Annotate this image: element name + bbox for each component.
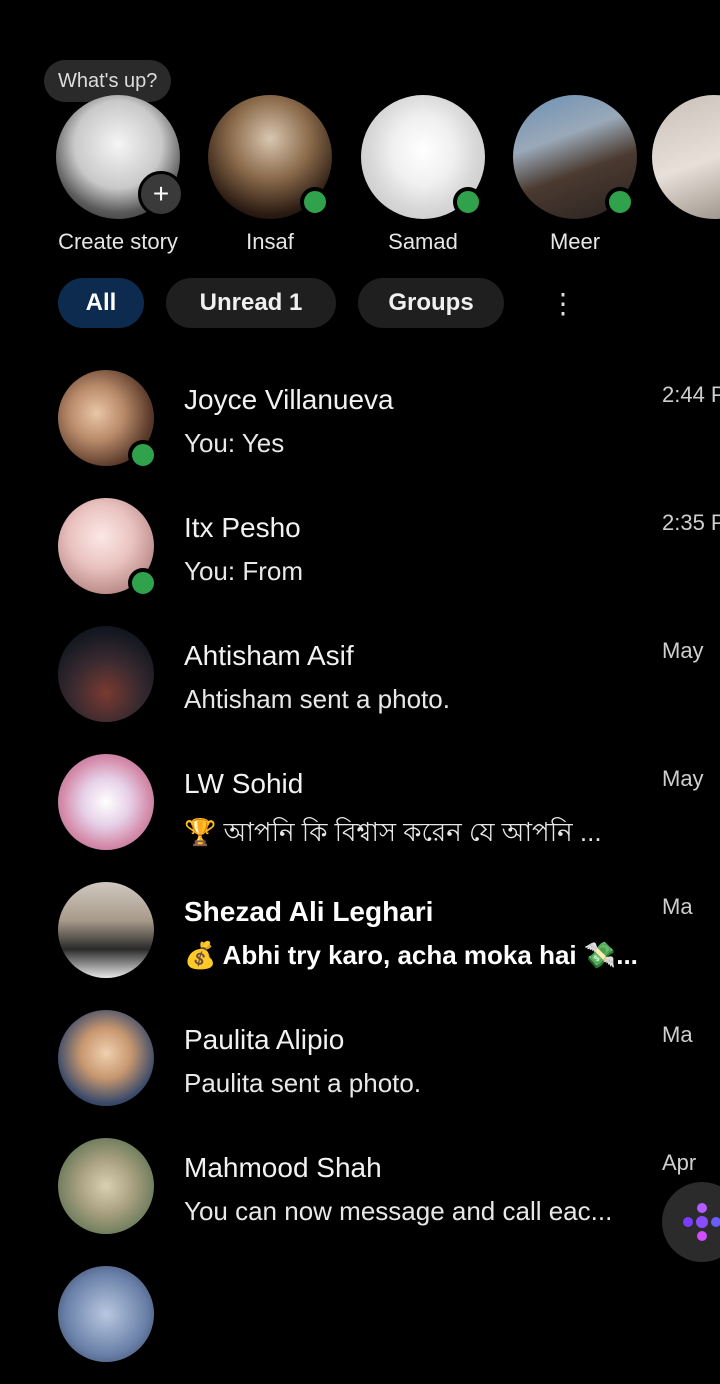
chat-name: Itx Pesho (184, 512, 301, 543)
chat-name: Joyce Villanueva (184, 384, 394, 415)
online-indicator (605, 187, 635, 217)
story-name: Meer (549, 229, 601, 254)
chat-snippet: Ahtisham sent a photo. (184, 684, 450, 714)
chat-row[interactable]: Mahmood Shah You can now message and cal… (0, 1128, 720, 1256)
story-meer[interactable]: Meer (500, 95, 650, 255)
note-text: What's up? (58, 69, 158, 92)
filter-all[interactable]: All (58, 278, 144, 328)
chat-row[interactable]: Joyce Villanueva You: Yes 2:44 P (0, 360, 720, 488)
chat-row[interactable]: Itx Pesho You: From 2:35 P (0, 488, 720, 616)
story-name: Create story (58, 229, 178, 254)
story-create[interactable]: + Create story (43, 95, 193, 255)
chat-row[interactable]: Shezad Ali Leghari 💰 Abhi try karo, acha… (0, 872, 720, 1000)
filter-label: Unread 1 (199, 289, 303, 316)
filter-groups[interactable]: Groups (358, 278, 504, 328)
chat-name: LW Sohid (184, 768, 304, 799)
chat-name: Ahtisham Asif (184, 640, 354, 671)
avatar (58, 1010, 154, 1106)
online-indicator (300, 187, 330, 217)
chat-row[interactable]: LW Sohid 🏆 আপনি কি বিশ্বাস করেন যে আপনি … (0, 744, 720, 872)
chat-time: May (662, 638, 704, 663)
chat-snippet: 💰 Abhi try karo, acha moka hai 💸... (184, 940, 638, 970)
avatar (361, 95, 485, 219)
chat-name: Shezad Ali Leghari (184, 896, 434, 927)
online-indicator (453, 187, 483, 217)
ai-sparkle-icon (683, 1203, 720, 1241)
online-indicator (128, 568, 158, 598)
chat-time: 2:35 P (662, 510, 720, 535)
chat-snippet: 🏆 আপনি কি বিশ্বাস করেন যে আপনি ... (184, 817, 602, 847)
avatar (58, 754, 154, 850)
avatar (58, 1138, 154, 1234)
story-name: Insaf (246, 229, 294, 254)
avatar (208, 95, 332, 219)
chat-snippet: You: Yes (184, 428, 285, 458)
story-samad[interactable]: Samad (348, 95, 498, 255)
more-filters-icon[interactable]: ⋮ (548, 278, 578, 328)
avatar (513, 95, 637, 219)
chat-snippet: You can now message and call eac... (184, 1196, 613, 1226)
filter-label: All (85, 289, 117, 316)
avatar (58, 626, 154, 722)
stories-row: + Create story Insaf Samad Meer (0, 95, 720, 265)
story-partial[interactable] (652, 95, 720, 229)
more-glyph: ⋮ (549, 287, 577, 319)
filter-chips: All Unread 1 Groups ⋮ (0, 278, 720, 330)
chat-snippet: Paulita sent a photo. (184, 1068, 422, 1098)
avatar (58, 1266, 154, 1362)
chat-time: 2:44 P (662, 382, 720, 407)
filter-label: Groups (388, 289, 474, 316)
chat-name: Mahmood Shah (184, 1152, 382, 1183)
add-story-symbol: + (152, 178, 170, 209)
chat-snippet: You: From (184, 556, 303, 586)
chat-row[interactable]: Paulita Alipio Paulita sent a photo. Ma (0, 1000, 720, 1128)
chat-time: Apr (662, 1150, 697, 1175)
chat-name: Paulita Alipio (184, 1024, 345, 1055)
avatar (652, 95, 720, 219)
chat-time: Ma (662, 1022, 693, 1047)
story-insaf[interactable]: Insaf (195, 95, 345, 255)
avatar: + (56, 95, 184, 219)
chat-time: May (662, 766, 704, 791)
avatar (58, 882, 154, 978)
add-story-icon[interactable]: + (138, 171, 184, 217)
filter-unread[interactable]: Unread 1 (166, 278, 336, 328)
chat-row[interactable] (0, 1256, 720, 1384)
online-indicator (128, 440, 158, 470)
story-name: Samad (388, 229, 458, 254)
chat-row[interactable]: Ahtisham Asif Ahtisham sent a photo. May (0, 616, 720, 744)
chat-time: Ma (662, 894, 693, 919)
